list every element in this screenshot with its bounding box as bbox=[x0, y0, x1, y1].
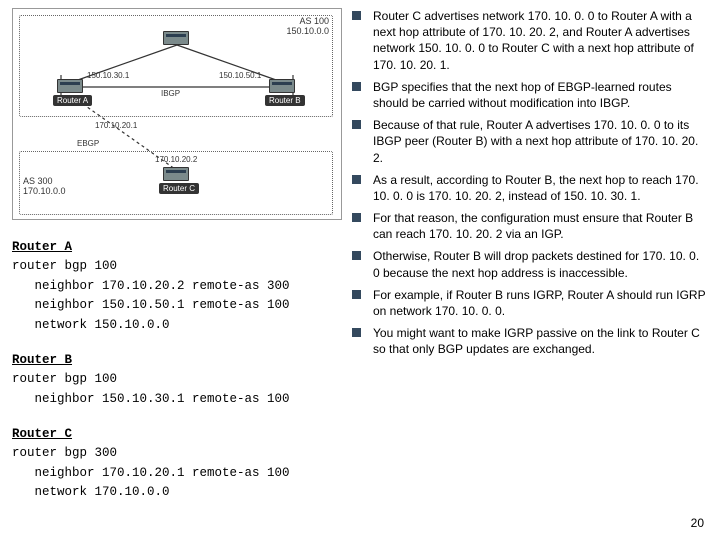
config-c-line0: router bgp 300 bbox=[12, 446, 117, 460]
square-bullet-icon bbox=[352, 11, 361, 20]
as100-label: AS 100 150.10.0.0 bbox=[286, 17, 329, 37]
bullet-text: BGP specifies that the next hop of EBGP-… bbox=[373, 79, 708, 111]
list-item: As a result, according to Router B, the … bbox=[352, 172, 708, 204]
router-c-icon bbox=[163, 167, 189, 181]
bullet-list: Router C advertises network 170. 10. 0. … bbox=[352, 8, 708, 358]
square-bullet-icon bbox=[352, 82, 361, 91]
slide-number: 20 bbox=[691, 516, 704, 530]
as100-net: 150.10.0.0 bbox=[286, 26, 329, 36]
bullet-text: Because of that rule, Router A advertise… bbox=[373, 117, 708, 166]
router-b-icon bbox=[269, 79, 295, 93]
as300-label: AS 300 170.10.0.0 bbox=[23, 177, 66, 197]
square-bullet-icon bbox=[352, 120, 361, 129]
list-item: Otherwise, Router B will drop packets de… bbox=[352, 248, 708, 280]
config-router-b: Router B router bgp 100 neighbor 150.10.… bbox=[12, 351, 342, 409]
network-diagram: AS 100 150.10.0.0 AS 300 170.10.0.0 bbox=[12, 8, 342, 220]
list-item: Because of that rule, Router A advertise… bbox=[352, 117, 708, 166]
bullet-text: You might want to make IGRP passive on t… bbox=[373, 325, 708, 357]
config-router-a: Router A router bgp 100 neighbor 170.10.… bbox=[12, 238, 342, 335]
square-bullet-icon bbox=[352, 328, 361, 337]
config-b-line0: router bgp 100 bbox=[12, 372, 117, 386]
bullet-text: As a result, according to Router B, the … bbox=[373, 172, 708, 204]
bullet-text: Otherwise, Router B will drop packets de… bbox=[373, 248, 708, 280]
ibgp-label: IBGP bbox=[161, 89, 180, 98]
bullet-text: For example, if Router B runs IGRP, Rout… bbox=[373, 287, 708, 319]
config-c-line1: neighbor 170.10.20.1 remote-as 100 bbox=[12, 466, 290, 480]
config-a-line1: neighbor 170.10.20.2 remote-as 300 bbox=[12, 279, 290, 293]
router-c-name: Router C bbox=[159, 183, 199, 194]
bullet-text: For that reason, the configuration must … bbox=[373, 210, 708, 242]
square-bullet-icon bbox=[352, 290, 361, 299]
list-item: BGP specifies that the next hop of EBGP-… bbox=[352, 79, 708, 111]
as300-title: AS 300 bbox=[23, 176, 53, 186]
router-a-if-right: 150.10.30.1 bbox=[87, 71, 129, 80]
router-a-if-down: 170.10.20.1 bbox=[95, 121, 137, 130]
bullet-text: Router C advertises network 170. 10. 0. … bbox=[373, 8, 708, 73]
router-c-if-up: 170.10.20.2 bbox=[155, 155, 197, 164]
square-bullet-icon bbox=[352, 175, 361, 184]
router-b-name: Router B bbox=[265, 95, 305, 106]
router-b-if-left: 150.10.50.1 bbox=[219, 71, 261, 80]
config-c-line2: network 170.10.0.0 bbox=[12, 485, 170, 499]
config-a-line0: router bgp 100 bbox=[12, 259, 117, 273]
router-top-icon bbox=[163, 31, 189, 45]
config-b-line1: neighbor 150.10.30.1 remote-as 100 bbox=[12, 392, 290, 406]
right-column: Router C advertises network 170. 10. 0. … bbox=[352, 8, 708, 519]
as100-title: AS 100 bbox=[299, 16, 329, 26]
left-column: AS 100 150.10.0.0 AS 300 170.10.0.0 bbox=[12, 8, 342, 519]
config-a-line3: network 150.10.0.0 bbox=[12, 318, 170, 332]
square-bullet-icon bbox=[352, 251, 361, 260]
config-a-title: Router A bbox=[12, 240, 72, 254]
list-item: For example, if Router B runs IGRP, Rout… bbox=[352, 287, 708, 319]
router-a-name: Router A bbox=[53, 95, 92, 106]
square-bullet-icon bbox=[352, 213, 361, 222]
list-item: You might want to make IGRP passive on t… bbox=[352, 325, 708, 357]
config-c-title: Router C bbox=[12, 427, 72, 441]
list-item: Router C advertises network 170. 10. 0. … bbox=[352, 8, 708, 73]
router-a-icon bbox=[57, 79, 83, 93]
config-router-c: Router C router bgp 300 neighbor 170.10.… bbox=[12, 425, 342, 503]
ebgp-label: EBGP bbox=[77, 139, 99, 148]
config-b-title: Router B bbox=[12, 353, 72, 367]
config-a-line2: neighbor 150.10.50.1 remote-as 100 bbox=[12, 298, 290, 312]
as300-net: 170.10.0.0 bbox=[23, 186, 66, 196]
list-item: For that reason, the configuration must … bbox=[352, 210, 708, 242]
